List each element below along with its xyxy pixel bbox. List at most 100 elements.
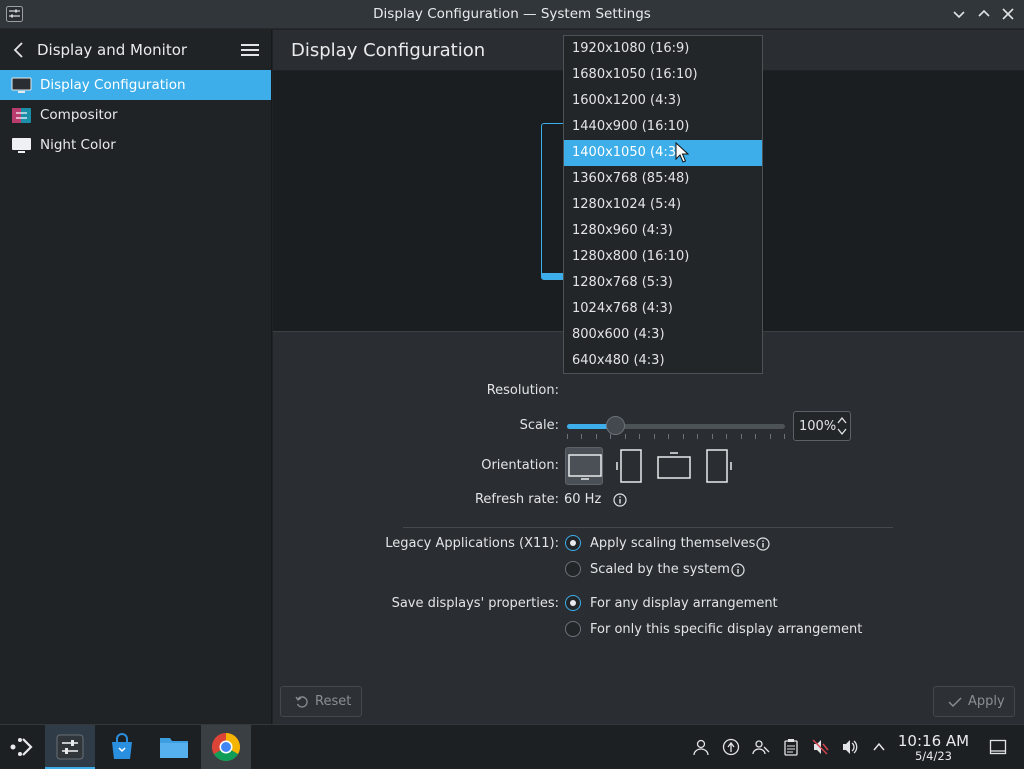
maximize-icon[interactable]: [974, 4, 994, 24]
save-any-arrangement-label[interactable]: For any display arrangement: [590, 596, 778, 611]
compositor-icon: [12, 108, 31, 123]
scale-slider[interactable]: [567, 424, 785, 429]
resolution-option[interactable]: 1920x1080 (16:9): [564, 36, 762, 62]
resolution-option[interactable]: 1360x768 (85:48): [564, 166, 762, 192]
checkmark-icon: [948, 697, 962, 707]
resolution-option-label: 1400x1050 (4:3): [572, 145, 682, 160]
scale-label: Scale:: [519, 418, 559, 433]
resolution-option[interactable]: 1680x1050 (16:10): [564, 62, 762, 88]
reset-button[interactable]: Reset: [280, 686, 362, 717]
sidebar-item-label: Compositor: [40, 107, 118, 123]
resolution-option-label: 1280x768 (5:3): [572, 275, 673, 290]
legacy-apps-label: Legacy Applications (X11):: [385, 536, 559, 551]
taskbar-discover[interactable]: [97, 725, 147, 769]
legacy-apply-scaling-label[interactable]: Apply scaling themselves: [590, 536, 755, 551]
scale-spinbox[interactable]: 100%: [793, 411, 851, 441]
slider-tick: [755, 434, 757, 439]
save-specific-arrangement-radio[interactable]: [565, 621, 581, 637]
slider-tick: [697, 434, 699, 439]
resolution-option[interactable]: 1280x768 (5:3): [564, 270, 762, 296]
sidebar: Display and Monitor Display Configuratio…: [0, 30, 272, 724]
sidebar-item-label: Display Configuration: [40, 77, 186, 93]
orientation-right-button[interactable]: [700, 447, 738, 485]
info-icon[interactable]: [756, 537, 770, 551]
info-icon[interactable]: [731, 563, 745, 577]
microphone-muted-icon[interactable]: [811, 738, 829, 756]
slider-tick: [624, 434, 626, 439]
resolution-option[interactable]: 640x480 (4:3): [564, 348, 762, 374]
system-settings-icon: [56, 734, 84, 760]
spin-arrows-icon[interactable]: [836, 415, 848, 437]
resolution-option-label: 800x600 (4:3): [572, 327, 665, 342]
undo-icon: [295, 696, 308, 708]
taskbar-chrome[interactable]: [201, 725, 251, 769]
resolution-option[interactable]: 1280x1024 (5:4): [564, 192, 762, 218]
volume-icon[interactable]: [841, 738, 859, 756]
reset-label: Reset: [315, 694, 352, 709]
orientation-inverted-button[interactable]: [655, 447, 693, 485]
orientation-left-button[interactable]: [610, 447, 648, 485]
resolution-option[interactable]: 800x600 (4:3): [564, 322, 762, 348]
save-specific-arrangement-label[interactable]: For only this specific display arrangeme…: [590, 622, 862, 637]
sidebar-item-night-color[interactable]: Night Color: [0, 130, 271, 160]
legacy-scaled-by-system-radio[interactable]: [565, 561, 581, 577]
sidebar-item-compositor[interactable]: Compositor: [0, 100, 271, 130]
orientation-normal-button[interactable]: [565, 447, 603, 485]
minimize-icon[interactable]: [949, 4, 969, 24]
back-arrow-icon[interactable]: [12, 41, 26, 59]
sidebar-item-label: Night Color: [40, 137, 116, 153]
hamburger-menu-icon[interactable]: [241, 42, 259, 58]
resolution-option[interactable]: 1280x800 (16:10): [564, 244, 762, 270]
slider-tick: [726, 434, 728, 439]
taskbar-system-settings[interactable]: [45, 725, 95, 769]
clock[interactable]: 10:16 AM 5/4/23: [896, 732, 971, 763]
slider-tick: [682, 434, 684, 439]
resolution-option-label: 1920x1080 (16:9): [572, 41, 690, 56]
resolution-dropdown-list[interactable]: 1920x1080 (16:9) 1680x1050 (16:10) 1600x12…: [563, 35, 763, 374]
application-launcher-icon[interactable]: [9, 735, 35, 759]
resolution-option[interactable]: 1400x1050 (4:3): [564, 140, 762, 166]
legacy-scaled-by-system-label[interactable]: Scaled by the system: [590, 562, 730, 577]
sidebar-item-display-configuration[interactable]: Display Configuration: [0, 70, 271, 100]
slider-tick: [567, 434, 568, 439]
info-icon[interactable]: [613, 493, 627, 507]
legacy-apply-scaling-radio[interactable]: [565, 535, 581, 551]
resolution-option-label: 1440x900 (16:10): [572, 119, 690, 134]
apply-button[interactable]: Apply: [933, 686, 1015, 717]
resolution-option[interactable]: 1280x960 (4:3): [564, 218, 762, 244]
taskbar-file-manager[interactable]: [149, 725, 199, 769]
slider-tick: [740, 434, 742, 439]
close-icon[interactable]: [998, 4, 1018, 24]
save-any-arrangement-radio[interactable]: [565, 595, 581, 611]
update-icon[interactable]: [722, 738, 740, 756]
page-title: Display Configuration: [291, 40, 486, 61]
slider-tick: [653, 434, 655, 439]
slider-tick: [581, 434, 583, 439]
window-title: Display Configuration — System Settings: [373, 6, 651, 22]
slider-tick: [668, 434, 670, 439]
clipboard-icon[interactable]: [782, 738, 800, 756]
resolution-option-label: 1360x768 (85:48): [572, 171, 690, 186]
show-desktop-icon[interactable]: [989, 738, 1007, 756]
user-icon[interactable]: [692, 738, 710, 756]
clock-time: 10:16 AM: [897, 732, 970, 750]
section-divider: [403, 527, 893, 528]
inverted-monitor-icon: [657, 452, 691, 479]
scale-slider-ticks: [567, 434, 785, 439]
resolution-option[interactable]: 1024x768 (4:3): [564, 296, 762, 322]
night-color-icon: [12, 138, 31, 153]
taskbar: 10:16 AM 5/4/23: [0, 724, 1024, 769]
chevron-up-icon[interactable]: [870, 738, 888, 756]
sidebar-title[interactable]: Display and Monitor: [37, 41, 187, 59]
clock-date: 5/4/23: [914, 749, 952, 763]
accounts-icon[interactable]: [752, 738, 770, 756]
resolution-option-label: 640x480 (4:3): [572, 353, 665, 368]
resolution-option[interactable]: 1440x900 (16:10): [564, 114, 762, 140]
landscape-monitor-icon: [568, 454, 602, 480]
slider-tick: [769, 434, 771, 439]
chrome-browser-icon: [212, 733, 240, 761]
resolution-option-label: 1280x1024 (5:4): [572, 197, 682, 212]
resolution-option[interactable]: 1600x1200 (4:3): [564, 88, 762, 114]
scale-slider-handle[interactable]: [605, 416, 625, 435]
resolution-label: Resolution:: [486, 383, 559, 398]
